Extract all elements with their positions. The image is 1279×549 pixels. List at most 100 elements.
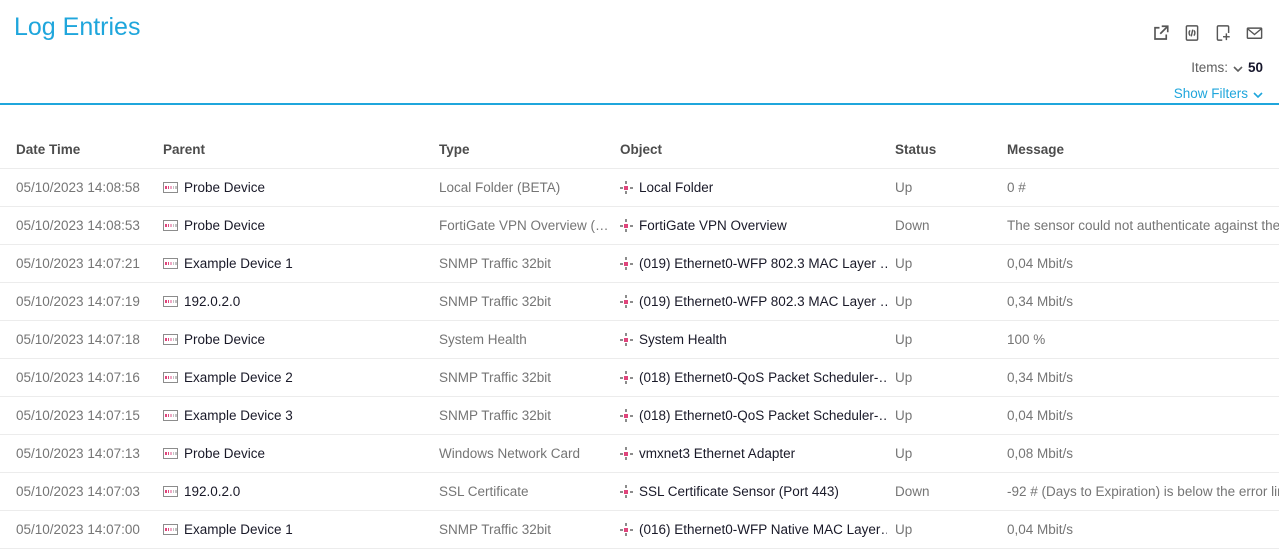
cell-type: SNMP Traffic 32bit (439, 244, 620, 282)
sensor-icon (620, 218, 633, 233)
sensor-icon (620, 180, 633, 195)
cell-status: Up (895, 358, 1007, 396)
cell-datetime: 05/10/2023 14:08:58 (0, 168, 163, 206)
cell-datetime: 05/10/2023 14:07:19 (0, 282, 163, 320)
log-table-body: 05/10/2023 14:08:58 Probe Device Local F… (0, 168, 1279, 548)
cell-type: SNMP Traffic 32bit (439, 396, 620, 434)
cell-message: 0 # (1007, 168, 1279, 206)
cell-message: -92 # (Days to Expiration) is below the … (1007, 472, 1279, 510)
cell-status: Up (895, 168, 1007, 206)
parent-link[interactable]: Example Device 1 (184, 522, 293, 537)
cell-message: 0,34 Mbit/s (1007, 358, 1279, 396)
cell-message: The sensor could not authenticate agains… (1007, 206, 1279, 244)
cell-object: FortiGate VPN Overview (620, 206, 895, 244)
cell-message: 0,04 Mbit/s (1007, 396, 1279, 434)
device-icon (163, 258, 178, 269)
sensor-icon (620, 446, 633, 461)
cell-datetime: 05/10/2023 14:07:21 (0, 244, 163, 282)
object-link[interactable]: System Health (639, 332, 727, 347)
device-icon (163, 372, 178, 383)
chevron-down-icon (1253, 92, 1263, 98)
cell-status: Up (895, 434, 1007, 472)
parent-link[interactable]: Example Device 2 (184, 370, 293, 385)
cell-parent: Probe Device (163, 168, 439, 206)
cell-datetime: 05/10/2023 14:08:53 (0, 206, 163, 244)
table-row: 05/10/2023 14:07:15 Example Device 3 SNM… (0, 396, 1279, 434)
show-filters-toggle[interactable]: Show Filters (1174, 86, 1263, 101)
table-row: 05/10/2023 14:07:16 Example Device 2 SNM… (0, 358, 1279, 396)
items-value: 50 (1248, 60, 1263, 75)
object-link[interactable]: Local Folder (639, 180, 713, 195)
device-icon (163, 296, 178, 307)
parent-link[interactable]: Example Device 3 (184, 408, 293, 423)
code-file-icon[interactable] (1182, 23, 1202, 43)
cell-object: Local Folder (620, 168, 895, 206)
parent-link[interactable]: Probe Device (184, 332, 265, 347)
cell-object: SSL Certificate Sensor (Port 443) (620, 472, 895, 510)
parent-link[interactable]: Probe Device (184, 446, 265, 461)
cell-type: SNMP Traffic 32bit (439, 282, 620, 320)
table-row: 05/10/2023 14:07:18 Probe Device System … (0, 320, 1279, 358)
cell-message: 0,04 Mbit/s (1007, 244, 1279, 282)
items-count-dropdown[interactable]: Items: 50 (1191, 60, 1263, 75)
sensor-icon (620, 294, 633, 309)
column-header-datetime: Date Time (0, 105, 163, 168)
cell-parent: Example Device 2 (163, 358, 439, 396)
cell-datetime: 05/10/2023 14:07:18 (0, 320, 163, 358)
object-link[interactable]: FortiGate VPN Overview (639, 218, 787, 233)
object-link[interactable]: (018) Ethernet0-QoS Packet Scheduler-… (639, 370, 887, 385)
cell-parent: Example Device 3 (163, 396, 439, 434)
cell-object: (018) Ethernet0-QoS Packet Scheduler-… (620, 358, 895, 396)
parent-link[interactable]: Probe Device (184, 218, 265, 233)
cell-parent: 192.0.2.0 (163, 282, 439, 320)
parent-link[interactable]: Probe Device (184, 180, 265, 195)
cell-message: 0,08 Mbit/s (1007, 434, 1279, 472)
cell-status: Up (895, 320, 1007, 358)
cell-message: 0,34 Mbit/s (1007, 282, 1279, 320)
sensor-icon (620, 522, 633, 537)
cell-object: vmxnet3 Ethernet Adapter (620, 434, 895, 472)
object-link[interactable]: (018) Ethernet0-QoS Packet Scheduler-… (639, 408, 887, 423)
cell-datetime: 05/10/2023 14:07:15 (0, 396, 163, 434)
table-row: 05/10/2023 14:07:00 Example Device 1 SNM… (0, 510, 1279, 548)
show-filters-label: Show Filters (1174, 86, 1248, 101)
object-link[interactable]: (019) Ethernet0-WFP 802.3 MAC Layer … (639, 294, 887, 309)
cell-type: SNMP Traffic 32bit (439, 358, 620, 396)
add-file-icon[interactable] (1213, 23, 1233, 43)
cell-status: Up (895, 510, 1007, 548)
table-row: 05/10/2023 14:07:21 Example Device 1 SNM… (0, 244, 1279, 282)
table-header-row: Date Time Parent Type Object Status Mess… (0, 105, 1279, 168)
cell-parent: Example Device 1 (163, 244, 439, 282)
page-header: Log Entries (0, 0, 1279, 105)
cell-object: (016) Ethernet0-WFP Native MAC Layer… (620, 510, 895, 548)
column-header-status: Status (895, 105, 1007, 168)
object-link[interactable]: (016) Ethernet0-WFP Native MAC Layer… (639, 522, 887, 537)
object-link[interactable]: SSL Certificate Sensor (Port 443) (639, 484, 839, 499)
cell-object: (019) Ethernet0-WFP 802.3 MAC Layer … (620, 244, 895, 282)
object-link[interactable]: vmxnet3 Ethernet Adapter (639, 446, 795, 461)
cell-parent: Probe Device (163, 320, 439, 358)
envelope-icon[interactable] (1244, 23, 1264, 43)
cell-datetime: 05/10/2023 14:07:03 (0, 472, 163, 510)
external-link-icon[interactable] (1151, 23, 1171, 43)
device-icon (163, 410, 178, 421)
sensor-icon (620, 370, 633, 385)
cell-object: System Health (620, 320, 895, 358)
device-icon (163, 524, 178, 535)
cell-status: Up (895, 282, 1007, 320)
items-label: Items: (1191, 60, 1228, 75)
device-icon (163, 182, 178, 193)
object-link[interactable]: (019) Ethernet0-WFP 802.3 MAC Layer … (639, 256, 887, 271)
log-entries-table: Date Time Parent Type Object Status Mess… (0, 105, 1279, 549)
parent-link[interactable]: Example Device 1 (184, 256, 293, 271)
cell-parent: 192.0.2.0 (163, 472, 439, 510)
cell-type: FortiGate VPN Overview (… (439, 206, 620, 244)
cell-status: Up (895, 396, 1007, 434)
cell-parent: Probe Device (163, 206, 439, 244)
cell-object: (019) Ethernet0-WFP 802.3 MAC Layer … (620, 282, 895, 320)
parent-link[interactable]: 192.0.2.0 (184, 294, 240, 309)
chevron-down-icon (1233, 66, 1243, 72)
parent-link[interactable]: 192.0.2.0 (184, 484, 240, 499)
table-row: 05/10/2023 14:08:58 Probe Device Local F… (0, 168, 1279, 206)
sensor-icon (620, 484, 633, 499)
